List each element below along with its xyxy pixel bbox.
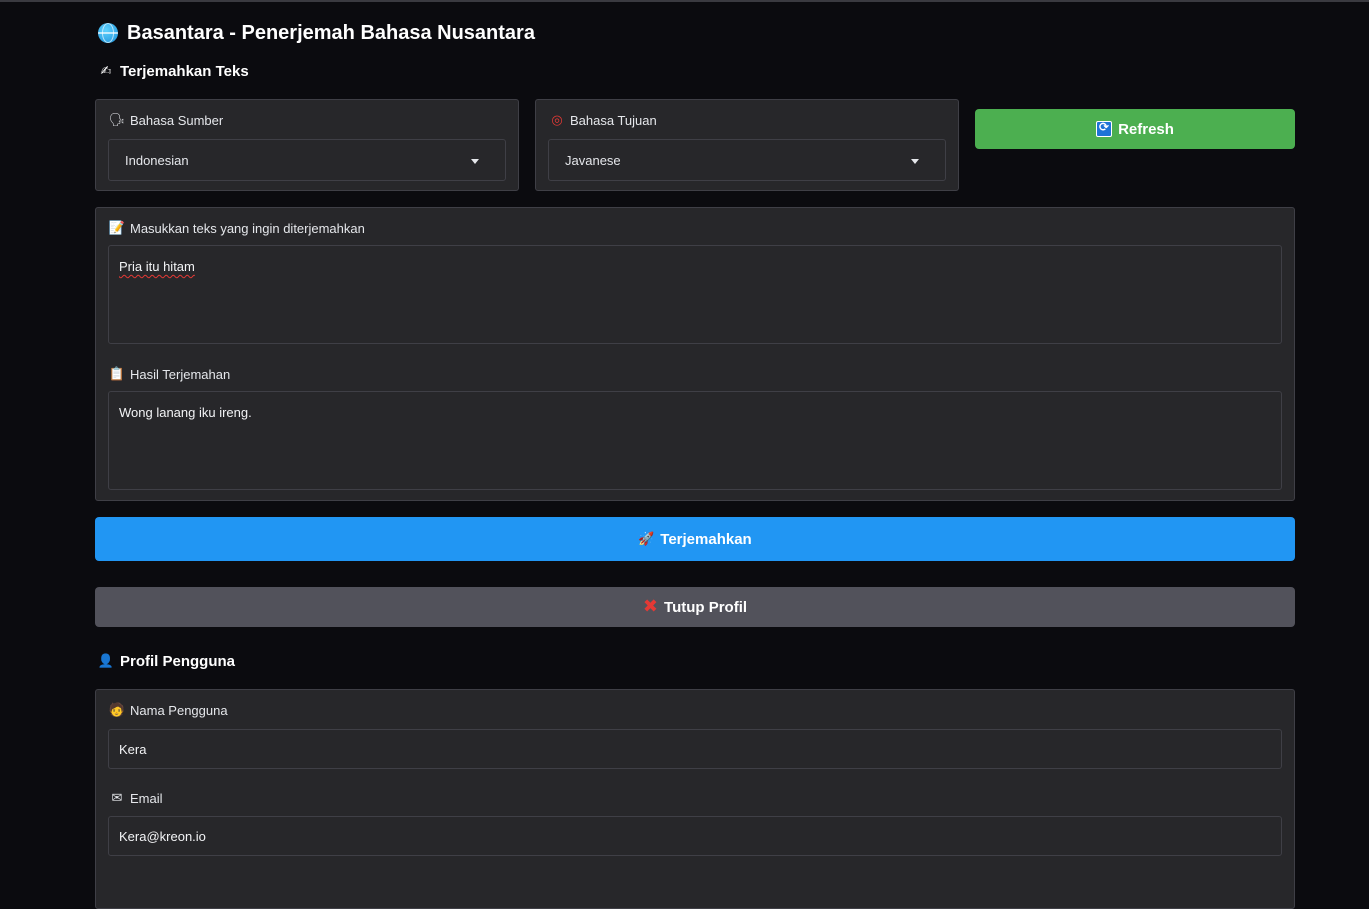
profile-section-title: 👤 Profil Pengguna [98, 653, 235, 670]
memo-icon: 📝 [108, 220, 126, 236]
input-text-label: Masukkan teks yang ingin diterjemahkan [130, 220, 365, 236]
refresh-icon [1096, 120, 1113, 137]
globe-icon [98, 23, 118, 43]
writing-hand-icon: ✍ [100, 64, 112, 79]
source-language-label-row: 🗣 Bahasa Sumber [109, 112, 223, 128]
target-language-panel: ◎ Bahasa Tujuan Javanese [535, 99, 959, 191]
output-textarea[interactable]: Wong lanang iku ireng. [108, 391, 1282, 490]
rocket-icon: 🚀 [638, 531, 655, 547]
username-label: Nama Pengguna [130, 702, 228, 718]
translate-button[interactable]: 🚀 Terjemahkan [95, 517, 1295, 561]
close-profile-button[interactable]: ✖ Tutup Profil [95, 587, 1295, 627]
top-border [0, 0, 1369, 2]
target-language-label: Bahasa Tujuan [570, 112, 657, 128]
username-label-row: 🧑 Nama Pengguna [109, 702, 228, 718]
target-icon: ◎ [551, 112, 563, 128]
source-language-select[interactable]: Indonesian [108, 139, 506, 181]
email-field[interactable]: Kera@kreon.io [108, 816, 1282, 856]
envelope-icon: ✉ [111, 790, 123, 806]
translate-section-label: Terjemahkan Teks [120, 63, 249, 80]
person-speaking-icon: 🗣 [108, 112, 126, 128]
profile-section-label: Profil Pengguna [120, 653, 236, 670]
cross-mark-icon: ✖ [642, 596, 659, 617]
output-text-label: Hasil Terjemahan [130, 366, 231, 382]
input-textarea[interactable]: Pria itu hitam [108, 245, 1282, 344]
target-language-select[interactable]: Javanese [548, 139, 946, 181]
clipboard-icon: 📋 [108, 366, 126, 382]
email-value: Kera@kreon.io [119, 828, 206, 844]
app-header: Basantara - Penerjemah Bahasa Nusantara [98, 20, 535, 46]
target-language-label-row: ◎ Bahasa Tujuan [549, 112, 657, 128]
refresh-button[interactable]: Refresh [975, 109, 1295, 149]
page-title: Basantara - Penerjemah Bahasa Nusantara [127, 21, 535, 44]
username-value: Kera [119, 741, 147, 757]
output-text-label-row: 📋 Hasil Terjemahan [109, 366, 230, 382]
translate-section-title: ✍ Terjemahkan Teks [98, 63, 249, 80]
translate-button-label: Terjemahkan [660, 530, 752, 548]
target-language-value: Javanese [565, 152, 621, 168]
chevron-down-icon [471, 159, 479, 164]
email-label: Email [130, 790, 163, 806]
close-profile-button-label: Tutup Profil [664, 598, 748, 616]
chevron-down-icon [911, 159, 919, 164]
user-icon: 👤 [97, 654, 115, 669]
input-text-value: Pria itu hitam [119, 259, 195, 274]
profile-panel: 🧑 Nama Pengguna Kera ✉ Email Kera@kreon.… [95, 689, 1295, 909]
source-language-value: Indonesian [125, 152, 189, 168]
username-field[interactable]: Kera [108, 729, 1282, 769]
text-panel: 📝 Masukkan teks yang ingin diterjemahkan… [95, 207, 1295, 501]
input-text-label-row: 📝 Masukkan teks yang ingin diterjemahkan [109, 220, 365, 236]
refresh-button-label: Refresh [1118, 120, 1174, 138]
person-icon: 🧑 [108, 702, 126, 718]
source-language-panel: 🗣 Bahasa Sumber Indonesian [95, 99, 519, 191]
source-language-label: Bahasa Sumber [130, 112, 224, 128]
email-label-row: ✉ Email [109, 790, 163, 806]
output-text-value: Wong lanang iku ireng. [119, 405, 252, 420]
